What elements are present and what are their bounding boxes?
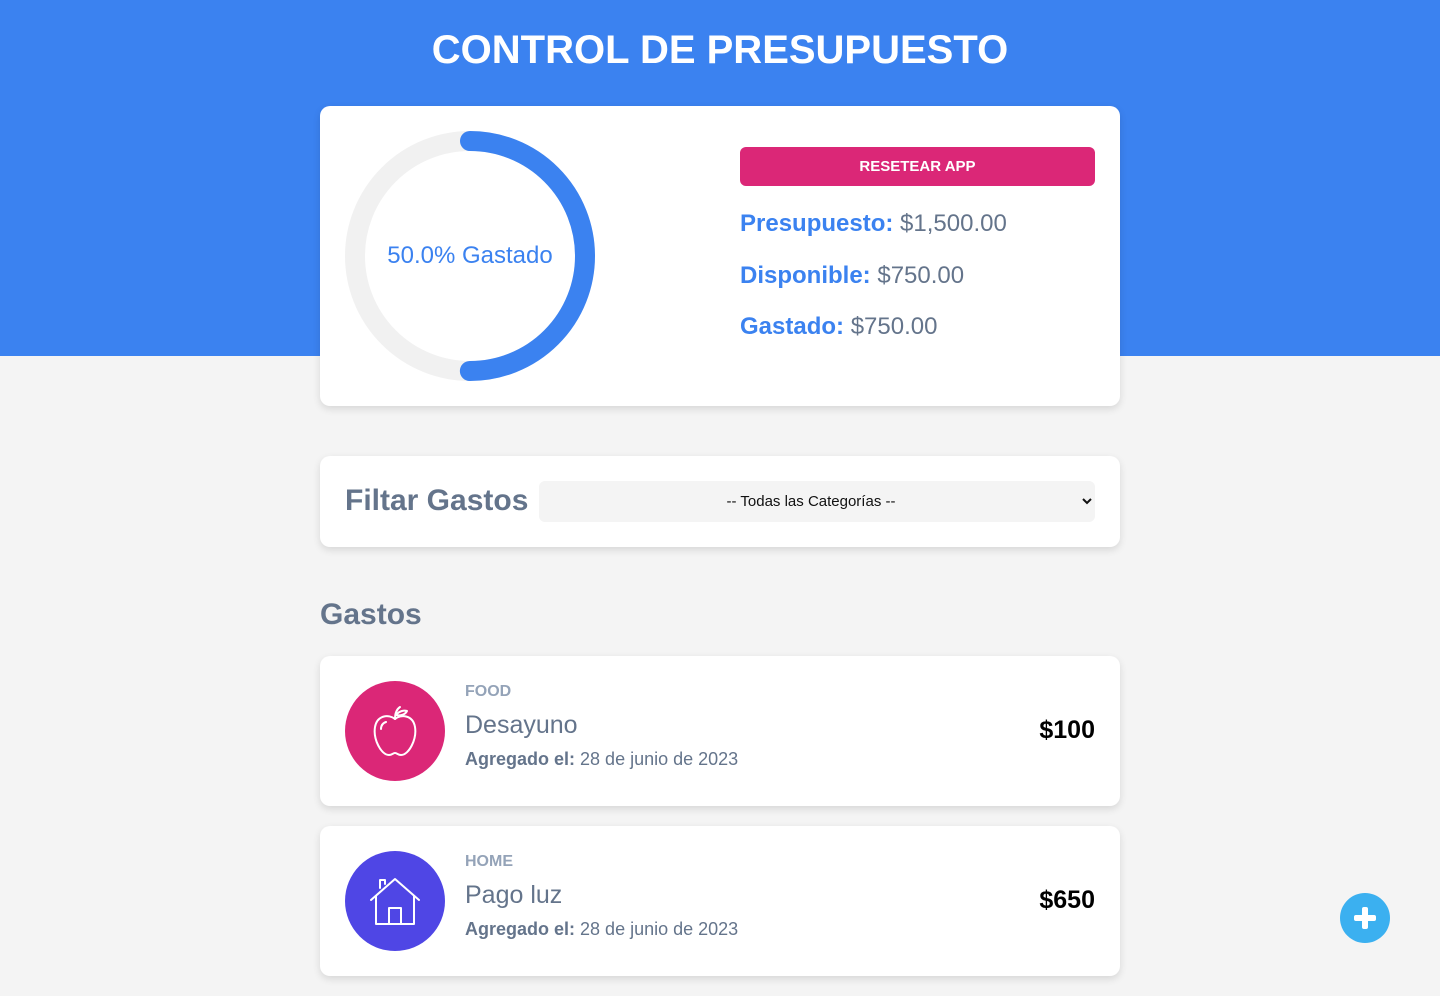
expense-name: Desayuno: [465, 711, 578, 739]
expense-date-label: Agregado el:: [465, 749, 576, 769]
expense-amount: $100: [1039, 716, 1095, 744]
stat-available-label: Disponible:: [740, 262, 871, 289]
stat-available-value: $750.00: [877, 262, 965, 289]
expense-date: Agregado el: 28 de junio de 2023: [465, 749, 738, 770]
plus-icon: [1354, 907, 1376, 929]
house-icon: [345, 851, 445, 951]
expense-category: FOOD: [465, 683, 512, 700]
progress-label: 50.0% Gastado: [387, 242, 553, 269]
expense-amount: $650: [1039, 886, 1095, 914]
filter-card: Filtar Gastos -- Todas las Categorías --: [320, 456, 1120, 547]
expense-date: Agregado el: 28 de junio de 2023: [465, 919, 738, 940]
stat-spent-label: Gastado:: [740, 313, 845, 340]
app-title: CONTROL DE PRESUPUESTO: [431, 28, 1009, 72]
filter-label: Filtar Gastos: [345, 484, 529, 517]
apple-icon: [345, 681, 445, 781]
expense-name: Pago luz: [465, 881, 563, 909]
expense-date-value: 28 de junio de 2023: [580, 749, 739, 769]
reset-app-button[interactable]: RESETEAR APP: [740, 147, 1095, 186]
stat-budget: Presupuesto: $1,500.00: [740, 210, 1007, 238]
stat-budget-value: $1,500.00: [900, 210, 1007, 237]
add-expense-button[interactable]: [1340, 893, 1390, 943]
expense-item[interactable]: FOOD Desayuno Agregado el: 28 de junio d…: [320, 656, 1120, 806]
expense-item[interactable]: HOME Pago luz Agregado el: 28 de junio d…: [320, 826, 1120, 976]
expense-date-value: 28 de junio de 2023: [580, 919, 739, 939]
stat-spent: Gastado: $750.00: [740, 313, 937, 341]
expense-category: HOME: [465, 853, 513, 870]
stat-budget-label: Presupuesto:: [740, 210, 894, 237]
category-filter-select[interactable]: -- Todas las Categorías --: [539, 481, 1095, 522]
stat-spent-value: $750.00: [850, 313, 938, 340]
expense-date-label: Agregado el:: [465, 919, 576, 939]
expenses-title: Gastos: [320, 598, 422, 631]
stat-available: Disponible: $750.00: [740, 262, 964, 290]
budget-card: 50.0% Gastado RESETEAR APP Presupuesto: …: [320, 106, 1120, 406]
